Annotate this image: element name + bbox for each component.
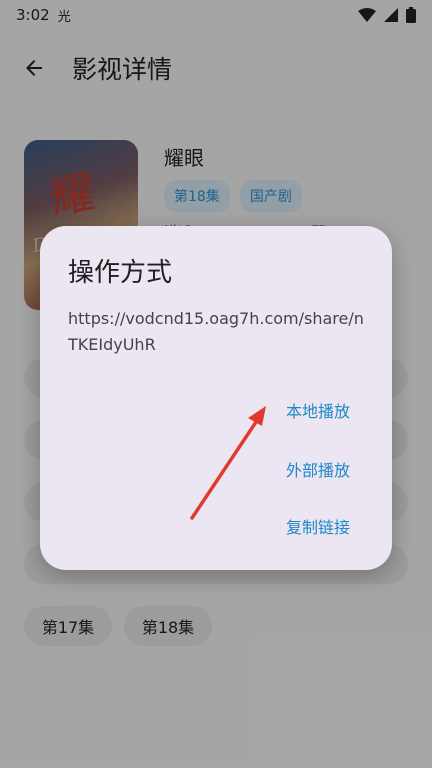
dialog-title: 操作方式 [68,258,173,288]
annotation-arrow-icon [190,406,266,520]
local-play-button[interactable]: 本地播放 [286,398,350,422]
copy-link-button[interactable]: 复制链接 [286,514,350,538]
external-play-button[interactable]: 外部播放 [286,457,350,481]
dialog-url: https://vodcnd15.oag7h.com/share/nTKEIdy… [68,309,364,354]
